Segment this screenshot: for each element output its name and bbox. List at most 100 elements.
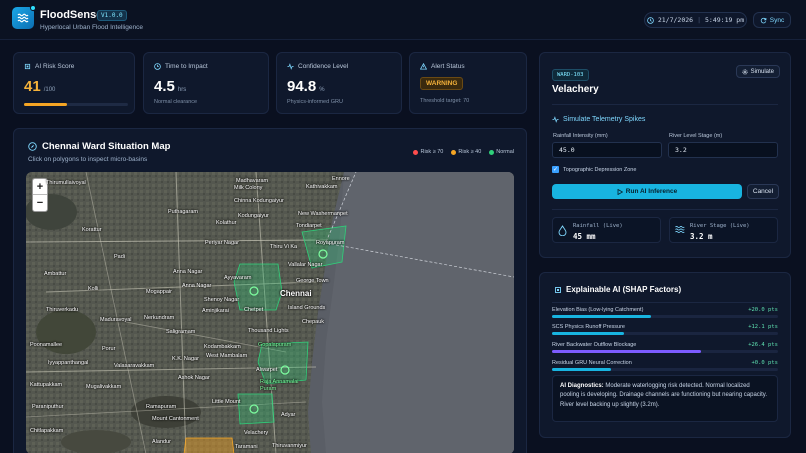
activity-icon [552,116,559,123]
live-river-tile: River Stage (Live) 3.2 m [669,217,778,243]
map-label: Thousand Lights [248,328,289,334]
risk-score-value: 41/100 [24,78,56,95]
play-icon [617,188,623,195]
droplet-icon [558,225,567,236]
timer-icon [154,63,161,70]
app-header: FloodSense V1.0.0 Hyperlocal Urban Flood… [0,0,806,40]
shap-factor-value: +20.0 pts [748,307,778,313]
cancel-button[interactable]: Cancel [747,184,779,199]
sync-button[interactable]: Sync [753,12,791,28]
map-label: Ambattur [44,271,67,277]
map-ward-label: Raja Annamalai [260,379,299,385]
map-label: Madhavaram [236,178,269,184]
map-label: Shenoy Nagar [204,297,240,303]
river-level-input[interactable]: 3.2 [668,142,778,158]
map-label: Chinna Kodungaiyur [234,198,284,204]
cpu-icon [24,63,31,70]
map-label: Chepauk [302,319,325,325]
map-label: Ayyavaram [224,275,252,281]
map-label: Kathivakkam [306,184,338,190]
legend-normal: Normal [489,149,514,155]
confidence-label: Confidence Level [287,63,348,70]
map-label: Milk Colony [234,185,263,191]
shap-factor-value: +26.4 pts [748,342,778,348]
ward-name: Velachery [552,84,599,95]
map-label: Alandur [152,439,171,445]
time-to-impact-card: Time to Impact 4.5 hrs Normal clearance [143,52,269,114]
telemetry-section-title: Simulate Telemetry Spikes [552,116,645,123]
map-city-label: Chennai [280,289,312,298]
activity-icon [287,63,294,70]
map-label: West Mambalam [206,353,248,359]
depression-zone-toggle[interactable]: ✓ Topographic Depression Zone [552,166,636,173]
map-label: Kattupakkam [30,382,63,388]
refresh-icon [760,17,767,23]
rainfall-label: Rainfall Intensity (mm) [553,133,608,139]
risk-progress-bar [24,103,128,106]
zoom-out-button[interactable]: − [33,195,47,211]
map-canvas[interactable]: + − Madhavaram Milk Colony Ennore Kathiv… [26,172,514,453]
map-label: Anna Nagar [182,283,212,289]
map-label: Thiruvanmiyur [272,443,307,449]
waves-icon [675,225,685,234]
map-label: Iyyappanthangal [48,360,89,366]
map-label: Anna Nagar [173,269,203,275]
map-label: Taramani [235,444,258,450]
map-label: Korattur [82,227,102,233]
map-label: Mugalivakkam [86,384,122,390]
compass-icon [28,142,37,151]
map-label: Kodungaiyur [238,213,269,219]
risk-score-card: AI Risk Score 41/100 [13,52,135,114]
map-label: Mogappair [146,289,172,295]
ai-diagnostics-box: AI Diagnostics: Moderate waterlogging ri… [552,375,778,422]
river-level-label: River Level Stage (m) [669,133,723,139]
shap-factor-bar [552,350,702,353]
ward-map-card: Chennai Ward Situation Map Click on poly… [13,128,527,453]
live-rainfall-value: 45 mm [573,232,596,241]
shap-factor-name: SCS Physics Runoff Pressure [552,324,625,330]
simulate-button[interactable]: Simulate [735,65,780,78]
map-title: Chennai Ward Situation Map [28,141,170,152]
water-waves-icon [17,13,29,23]
alert-status-card: Alert Status WARNING Threshold target: 7… [409,52,527,114]
shap-title: Explainable AI (SHAP Factors) [554,285,681,294]
map-label: Saligramam [166,329,196,335]
clock-icon [647,16,654,24]
datetime-display: 21/7/2026 | 5:49:19 pm [644,12,747,28]
run-inference-button[interactable]: Run AI Inference [552,184,742,199]
alert-threshold-text: Threshold target: 70 [420,98,470,104]
map-label: Chetpet [244,307,264,313]
live-indicator [30,5,36,11]
checkbox[interactable]: ✓ [552,166,559,173]
map-label: Puthagaram [168,209,198,215]
alert-status-badge: WARNING [420,77,464,90]
map-label: Kolathur [216,220,237,226]
shap-factor-bar [552,368,611,371]
map-label: Vallalar Nagar [288,262,323,268]
map-label: Poonamallee [30,342,63,348]
gear-icon [742,68,748,75]
map-label: Little Mount [212,399,241,405]
zoom-in-button[interactable]: + [33,179,47,195]
confidence-card: Confidence Level 94.8% Physics-informed … [276,52,402,114]
map-label: Kolli [88,286,99,292]
confidence-value: 94.8% [287,78,325,95]
impact-label: Time to Impact [154,63,208,70]
divider [552,302,778,303]
map-label: K.K. Nagar [172,356,199,362]
separator: | [697,16,701,24]
map-label: Thiruverkadu [46,307,79,313]
map-label: Nerkundram [144,315,175,321]
map-label: Valasaravakkam [114,363,155,369]
version-badge: V1.0.0 [97,10,127,21]
cpu-icon [555,286,561,293]
rainfall-input[interactable]: 45.0 [552,142,662,158]
map-label: Ennore [332,176,350,182]
map-label: Padi [114,254,126,260]
map-label: Porur [102,346,116,352]
map-terrain [26,172,514,453]
risk-progress-fill [24,103,67,106]
shap-factor-value: +0.0 pts [751,360,779,366]
checkbox-label: Topographic Depression Zone [563,166,637,173]
map-legend: Risk ≥ 70 Risk ≥ 40 Normal [413,149,514,155]
